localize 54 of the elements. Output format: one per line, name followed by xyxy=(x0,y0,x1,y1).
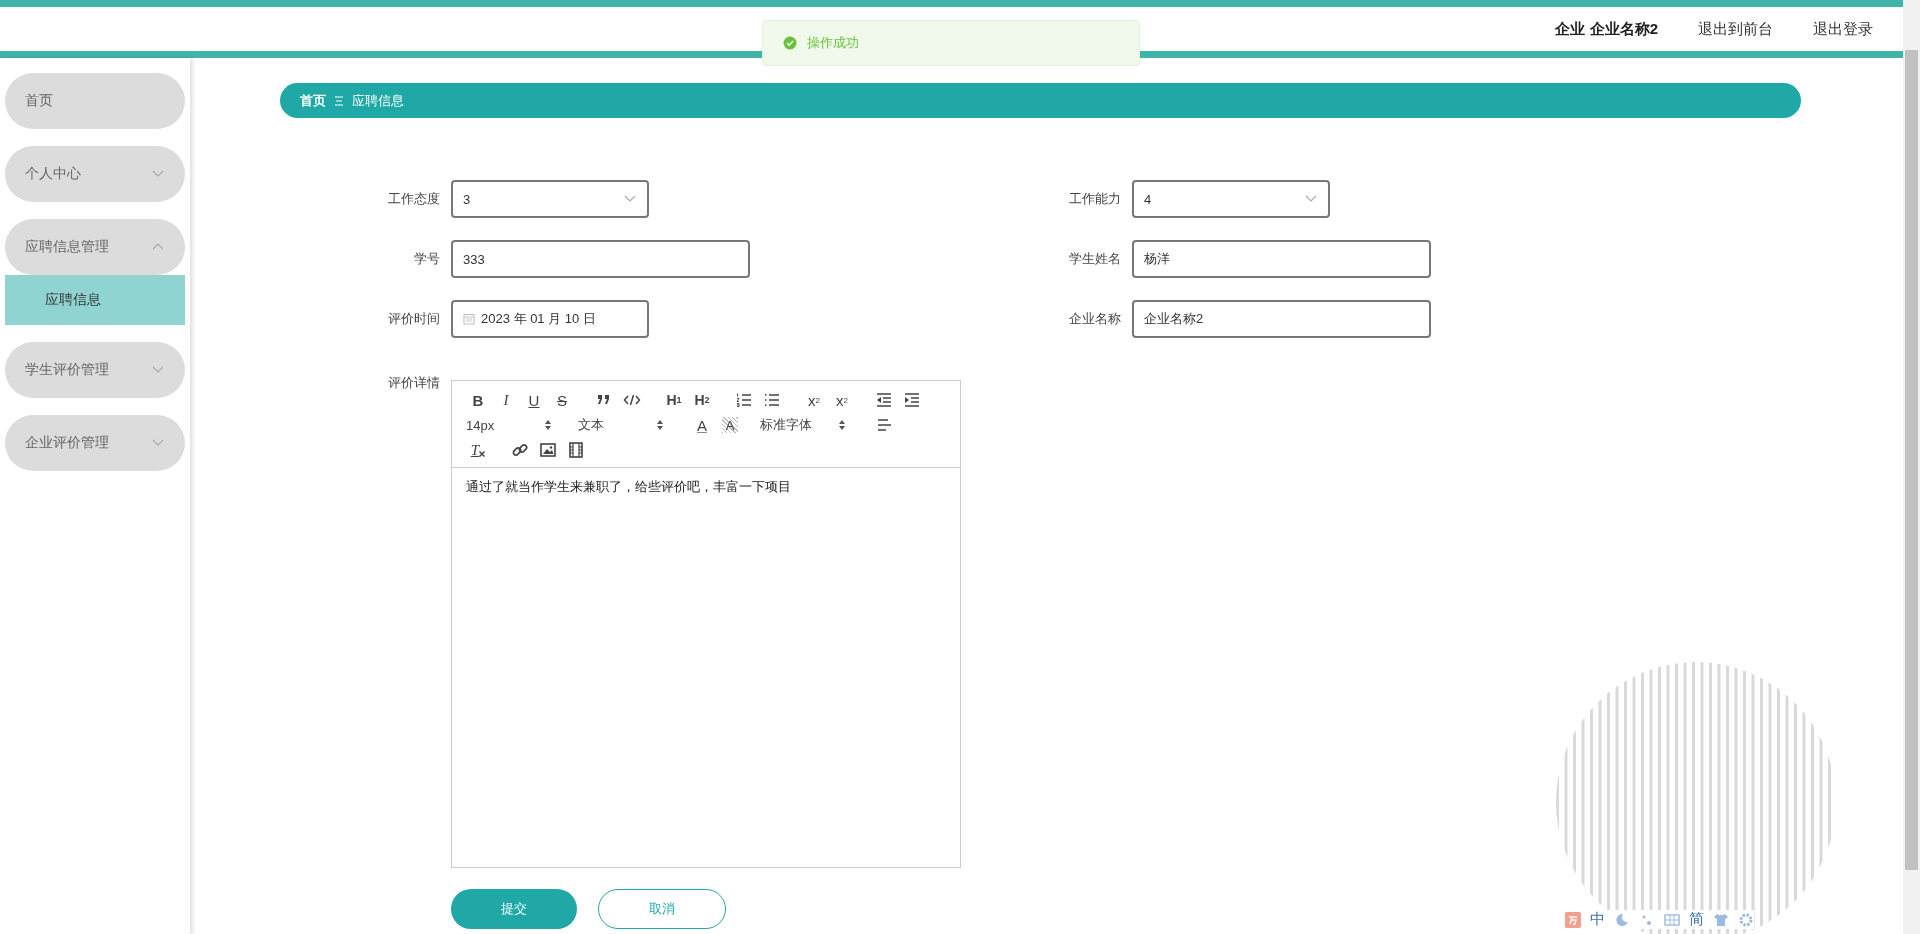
ime-button[interactable]: 简 xyxy=(1689,910,1704,929)
sort-arrows-icon xyxy=(544,419,552,431)
header-link[interactable]: 退出登录 xyxy=(1813,19,1873,39)
calendar-icon xyxy=(463,313,475,325)
input-field[interactable]: 333 xyxy=(451,240,750,278)
date-field[interactable]: 2023 年 01 月 10 日 xyxy=(451,300,649,338)
bullet-list-icon xyxy=(763,391,781,409)
numbered-list-icon xyxy=(735,391,753,409)
toolbar-button[interactable]: S xyxy=(548,389,576,411)
scroll-thumb[interactable] xyxy=(1905,50,1918,870)
field-label: 学号 xyxy=(413,250,440,268)
success-icon xyxy=(783,36,797,50)
field-label: 评价时间 xyxy=(387,310,440,328)
scrollbar[interactable] xyxy=(1903,0,1920,934)
sidebar-item[interactable]: 企业评价管理 xyxy=(5,415,185,471)
field-label: 评价详情 xyxy=(387,374,440,392)
sort-arrows-icon xyxy=(838,419,846,431)
link-icon xyxy=(511,441,529,459)
toolbar-button[interactable]: B xyxy=(464,389,492,411)
sidebar-item[interactable]: 个人中心 xyxy=(5,146,185,202)
user-name: 企业 企业名称2 xyxy=(1555,19,1658,39)
field-label: 工作态度 xyxy=(387,190,440,208)
input-field[interactable]: 杨洋 xyxy=(1132,240,1431,278)
select-field[interactable]: 3 xyxy=(451,180,649,218)
input-field[interactable]: 企业名称2 xyxy=(1132,300,1431,338)
toolbar-dropdown[interactable]: 14px xyxy=(464,414,562,436)
select-field[interactable]: 4 xyxy=(1132,180,1330,218)
toolbar-button[interactable]: T xyxy=(464,439,492,461)
header-link[interactable]: 退出到前台 xyxy=(1698,19,1773,39)
editor-text: 通过了就当作学生来兼职了，给些评价吧，丰富一下项目 xyxy=(466,478,792,496)
sort-arrows-icon xyxy=(656,419,664,431)
sidebar-item[interactable]: 应聘信息管理 xyxy=(5,219,185,275)
toolbar-button[interactable]: U xyxy=(520,389,548,411)
toolbar-button[interactable]: A xyxy=(722,417,738,433)
field-label: 企业名称 xyxy=(1068,310,1121,328)
toast-text: 操作成功 xyxy=(807,34,859,52)
toolbar-button[interactable]: x$^{2}$ xyxy=(828,389,856,411)
align-left-icon xyxy=(875,416,893,434)
clear-format-icon xyxy=(479,451,486,457)
indent-icon xyxy=(903,391,921,409)
toolbar-button[interactable]: A xyxy=(688,414,716,436)
sidebar-item[interactable]: 学生评价管理 xyxy=(5,342,185,398)
field-label: 学生姓名 xyxy=(1068,250,1121,268)
sidebar-subitem[interactable]: 应聘信息 xyxy=(5,275,185,325)
film-icon xyxy=(567,441,585,459)
menu-icon xyxy=(334,94,344,107)
field-label: 工作能力 xyxy=(1068,190,1121,208)
toolbar-dropdown[interactable]: 标准字体 xyxy=(758,414,856,436)
toolbar-dropdown[interactable]: 文本 xyxy=(576,414,674,436)
ime-button[interactable]: 中 xyxy=(1590,910,1605,929)
toolbar-button[interactable]: I xyxy=(492,389,520,411)
outdent-icon xyxy=(875,391,893,409)
sidebar-item[interactable]: 首页 xyxy=(5,73,185,129)
image-icon xyxy=(539,441,557,459)
